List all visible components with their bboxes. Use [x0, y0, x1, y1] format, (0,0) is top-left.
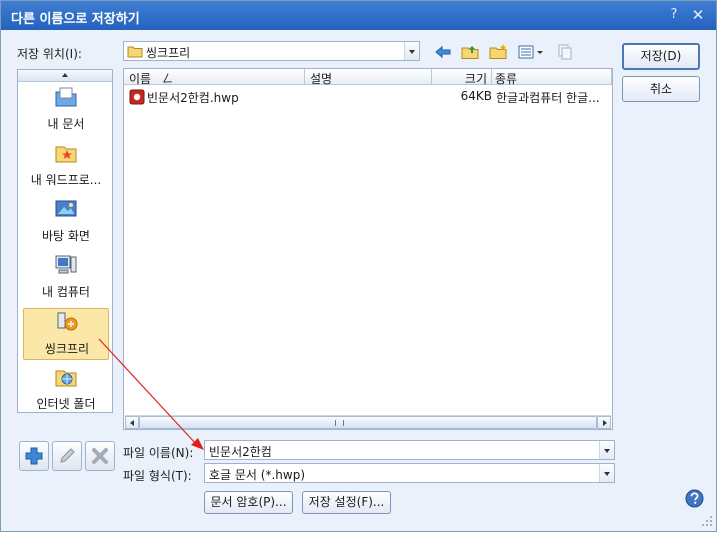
place-internet-folder[interactable]: 인터넷 폴더 — [23, 364, 109, 416]
place-label: 내 문서 — [47, 117, 85, 131]
save-location-label: 저장 위치(I): — [17, 47, 82, 61]
filename-combo[interactable]: 빈문서2한컴 — [204, 440, 615, 460]
scroll-right-arrow[interactable] — [597, 416, 611, 429]
delete-place-button[interactable] — [85, 441, 115, 471]
column-size-label: 크기 — [464, 72, 487, 86]
place-label: 내 컴퓨터 — [42, 285, 90, 299]
chevron-down-icon[interactable] — [404, 42, 419, 60]
column-type-label: 종류 — [495, 72, 518, 86]
resize-grip-icon[interactable] — [701, 515, 713, 527]
filetype-combo[interactable]: 호글 문서 (*.hwp) — [204, 463, 615, 483]
my-documents-icon — [55, 87, 77, 107]
document-password-button[interactable]: 문서 암호(P)... — [204, 491, 293, 514]
save-location-combo[interactable]: 씽크프리 — [123, 41, 420, 61]
place-label: 바탕 화면 — [42, 229, 90, 243]
filename-value: 빈문서2한컴 — [209, 445, 272, 459]
thinkfree-icon — [57, 312, 78, 331]
window-title: 다른 이름으로 저장하기 — [11, 12, 140, 27]
file-size: 64KB — [460, 89, 492, 103]
column-header-description[interactable]: 설명 — [305, 69, 432, 86]
place-desktop[interactable]: 바탕 화면 — [23, 196, 109, 248]
my-wordprocessor-icon — [55, 146, 77, 163]
close-icon[interactable]: ✕ — [689, 6, 707, 24]
column-header-name[interactable]: 이름 ㄥ — [124, 69, 305, 86]
save-as-dialog: 다른 이름으로 저장하기 ? ✕ 저장 위치(I): 씽크프리 저장(D) 취소 — [0, 0, 717, 532]
file-name: 빈문서2한컴.hwp — [147, 91, 239, 105]
chevron-down-icon[interactable] — [599, 441, 614, 459]
filetype-label: 파일 형식(T): — [123, 469, 192, 483]
internet-folder-icon — [55, 370, 77, 387]
copy-icon[interactable] — [555, 43, 575, 61]
help-icon[interactable] — [685, 489, 704, 508]
cancel-button[interactable]: 취소 — [622, 76, 700, 102]
scroll-left-arrow[interactable] — [125, 416, 139, 429]
column-header-type[interactable]: 종류 — [492, 69, 612, 86]
column-name-label: 이름 — [129, 72, 152, 86]
folder-icon — [127, 46, 143, 58]
my-computer-icon — [55, 255, 77, 274]
places-scroll-up[interactable] — [18, 70, 112, 82]
title-bar: 다른 이름으로 저장하기 ? ✕ — [1, 1, 716, 30]
scroll-thumb[interactable] — [139, 416, 597, 429]
file-type: 한글과컴퓨터 한글... — [496, 91, 600, 105]
save-location-value: 씽크프리 — [146, 46, 191, 60]
sort-indicator-icon: ㄥ — [162, 72, 173, 85]
hwp-file-icon — [129, 89, 145, 105]
place-my-wordprocessor[interactable]: 내 워드프로... — [23, 140, 109, 192]
chevron-down-icon[interactable] — [599, 464, 614, 482]
place-label: 인터넷 폴더 — [36, 397, 96, 411]
delete-x-icon — [92, 448, 108, 464]
file-row[interactable]: 빈문서2한컴.hwp 64KB 한글과컴퓨터 한글... — [129, 89, 609, 105]
filename-label: 파일 이름(N): — [123, 446, 194, 460]
up-folder-icon[interactable] — [460, 43, 480, 61]
plus-icon — [25, 447, 43, 465]
places-bar: 내 문서 내 워드프로... 바탕 화면 내 컴퓨터 씽크프리 인터넷 폴더 — [17, 69, 113, 413]
place-my-computer[interactable]: 내 컴퓨터 — [23, 252, 109, 304]
add-place-button[interactable] — [19, 441, 49, 471]
view-menu-icon[interactable] — [517, 43, 545, 61]
horizontal-scrollbar[interactable] — [125, 415, 611, 429]
place-label: 내 워드프로... — [30, 173, 102, 187]
help-titlebar-icon[interactable]: ? — [665, 6, 683, 24]
column-description-label: 설명 — [310, 72, 333, 86]
save-settings-button[interactable]: 저장 설정(F)... — [302, 491, 391, 514]
place-my-documents[interactable]: 내 문서 — [23, 84, 109, 136]
back-icon[interactable] — [433, 43, 453, 61]
edit-place-button[interactable] — [52, 441, 82, 471]
column-header-size[interactable]: 크기 — [432, 69, 492, 86]
place-thinkfree[interactable]: 씽크프리 — [23, 308, 109, 360]
pencil-icon — [60, 448, 75, 463]
new-folder-icon[interactable] — [488, 43, 508, 61]
file-list[interactable]: 이름 ㄥ 설명 크기 종류 빈문서2한컴.hwp 64KB 한글과컴퓨터 한글.… — [123, 68, 613, 430]
place-label: 씽크프리 — [44, 342, 90, 356]
filetype-value: 호글 문서 (*.hwp) — [209, 468, 306, 482]
save-button[interactable]: 저장(D) — [622, 43, 700, 70]
desktop-icon — [55, 200, 77, 217]
